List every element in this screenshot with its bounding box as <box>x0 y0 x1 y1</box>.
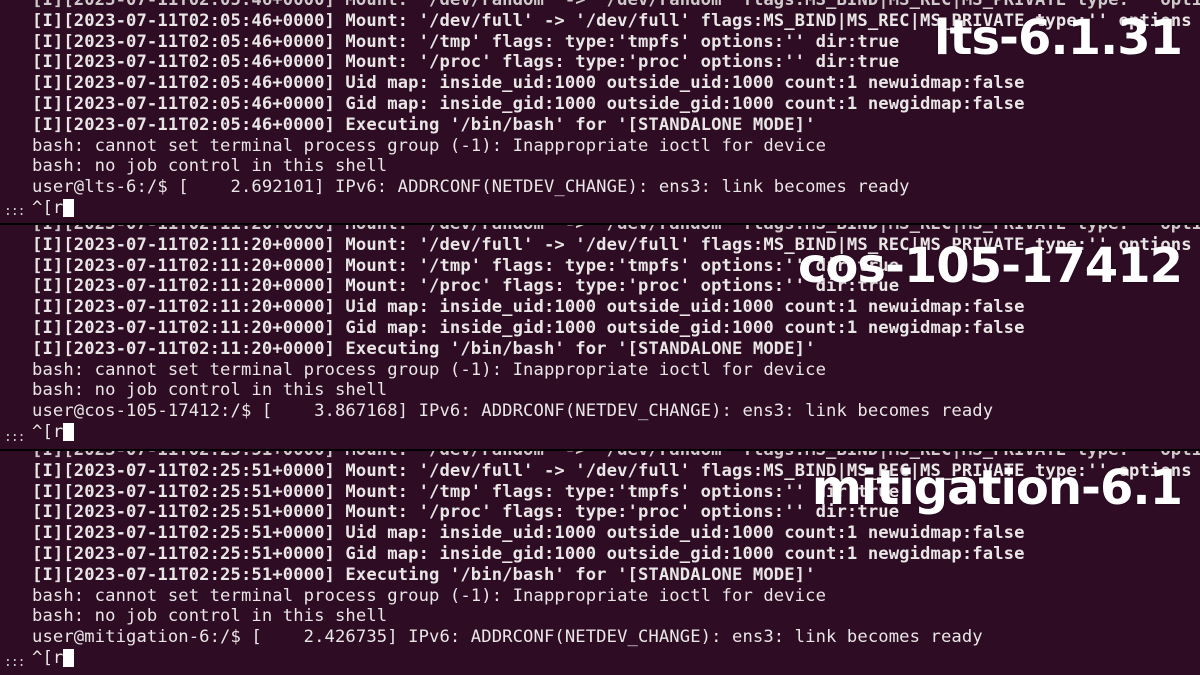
log-line: [I][2023-07-11T02:05:46+0000] Executing … <box>32 114 816 135</box>
typed-input: ^[r <box>32 421 64 442</box>
shell-prompt-line: user@cos-105-17412:/$ [ 3.867168] IPv6: … <box>32 401 994 422</box>
log-line: [I][2023-07-11T02:05:46+0000] Gid map: i… <box>32 93 1025 114</box>
log-line: [I][2023-07-11T02:11:20+0000] Uid map: i… <box>32 297 1025 318</box>
log-line: bash: no job control in this shell <box>32 156 388 177</box>
text-cursor <box>63 649 75 668</box>
terminal-panel-lts[interactable]: [I][2023-07-11T02:05:46+0000] Mount: '/d… <box>0 0 1200 224</box>
terminal-panel-cos[interactable]: [I][2023-07-11T02:11:20+0000] Mount: '/d… <box>0 224 1200 450</box>
log-line: [I][2023-07-11T02:25:51+0000] Executing … <box>32 564 816 585</box>
log-line: bash: cannot set terminal process group … <box>32 359 827 380</box>
log-line: [I][2023-07-11T02:25:51+0000] Gid map: i… <box>32 543 1025 564</box>
log-line: [I][2023-07-11T02:11:20+0000] Mount: '/d… <box>32 224 1200 234</box>
input-line[interactable]: ^[r <box>32 198 1200 219</box>
drag-handle-icon[interactable]: ::: <box>4 430 26 445</box>
text-cursor <box>63 423 75 442</box>
log-line: bash: cannot set terminal process group … <box>32 135 827 156</box>
log-line: [I][2023-07-11T02:05:46+0000] Uid map: i… <box>32 73 1025 94</box>
log-line: [I][2023-07-11T02:25:51+0000] Uid map: i… <box>32 523 1025 544</box>
terminal-panel-mitigation[interactable]: [I][2023-07-11T02:25:51+0000] Mount: '/d… <box>0 450 1200 675</box>
log-line: bash: no job control in this shell <box>32 380 388 401</box>
log-line: [I][2023-07-11T02:11:20+0000] Executing … <box>32 338 816 359</box>
kernel-version-label: cos-105-17412 <box>797 238 1183 294</box>
panel-divider <box>0 223 1200 225</box>
drag-handle-icon[interactable]: ::: <box>4 204 26 219</box>
log-line: bash: no job control in this shell <box>32 606 388 627</box>
kernel-version-label: mitigation-6.1 <box>811 460 1183 516</box>
shell-prompt-line: user@mitigation-6:/$ [ 2.426735] IPv6: A… <box>32 627 983 648</box>
log-line: [I][2023-07-11T02:11:20+0000] Gid map: i… <box>32 317 1025 338</box>
shell-prompt-line: user@lts-6:/$ [ 2.692101] IPv6: ADDRCONF… <box>32 177 910 198</box>
kernel-version-label: lts-6.1.31 <box>934 10 1183 66</box>
panel-divider <box>0 449 1200 451</box>
input-line[interactable]: ^[r <box>32 648 1200 669</box>
drag-handle-icon[interactable]: ::: <box>4 655 26 670</box>
typed-input: ^[r <box>32 647 64 668</box>
typed-input: ^[r <box>32 197 64 218</box>
text-cursor <box>63 199 75 218</box>
input-line[interactable]: ^[r <box>32 422 1200 443</box>
log-line: bash: cannot set terminal process group … <box>32 585 827 606</box>
